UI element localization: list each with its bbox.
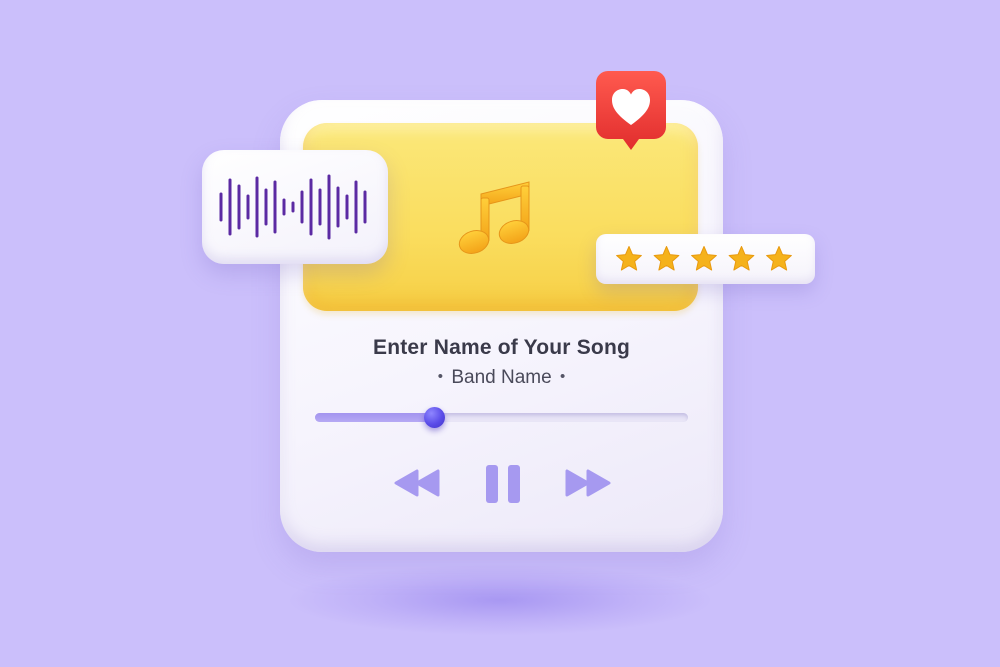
band-name-line: • Band Name • — [300, 367, 703, 389]
rewind-button[interactable] — [393, 469, 441, 497]
progress-track[interactable] — [315, 407, 688, 428]
floor-shadow — [290, 565, 710, 635]
bullet-right: • — [559, 368, 566, 385]
star-icon[interactable] — [691, 246, 717, 271]
pause-icon — [486, 465, 520, 503]
progress-fill — [315, 413, 435, 422]
star-icon[interactable] — [616, 246, 642, 271]
rewind-icon — [394, 469, 440, 497]
heart-icon[interactable] — [596, 71, 666, 151]
star-icon[interactable] — [653, 246, 680, 271]
song-title: Enter Name of Your Song — [372, 336, 631, 359]
fast-forward-icon — [565, 469, 611, 497]
bullet-left: • — [437, 368, 444, 385]
pause-button[interactable] — [484, 464, 522, 504]
star-icon[interactable] — [766, 246, 792, 271]
fast-forward-button[interactable] — [564, 469, 612, 497]
waveform-icon — [219, 174, 367, 240]
star-icon[interactable] — [728, 246, 755, 271]
band-name: Band Name — [451, 367, 552, 388]
music-note-icon — [458, 181, 530, 254]
stars-rating — [616, 246, 792, 271]
